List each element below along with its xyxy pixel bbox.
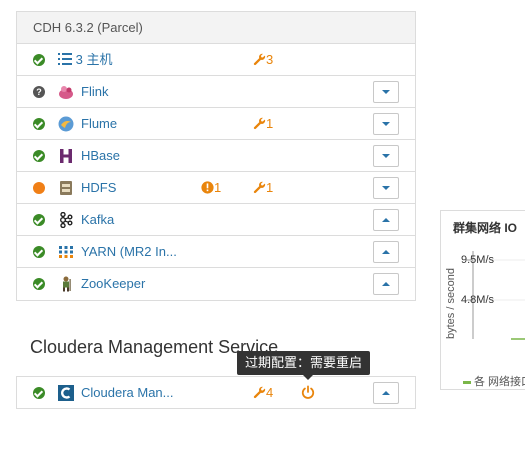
hosts-row: 3 主机 3 xyxy=(17,44,415,76)
caret-down-icon xyxy=(382,154,390,158)
service-row-flume: Flume 1 xyxy=(17,108,415,140)
actions-dropdown-button[interactable] xyxy=(373,81,399,103)
actions-dropdown-button[interactable] xyxy=(373,209,399,231)
wrench-icon xyxy=(253,181,266,194)
config-issues-badge[interactable]: 3 xyxy=(253,44,273,76)
hdfs-icon xyxy=(60,181,72,195)
service-link-kafka[interactable]: Kafka xyxy=(81,204,114,236)
cloudera-icon xyxy=(58,385,74,401)
caret-up-icon xyxy=(382,218,390,222)
status-good-icon xyxy=(33,387,45,399)
service-row-hdfs: HDFS 1 1 xyxy=(17,172,415,204)
service-link-hbase[interactable]: HBase xyxy=(81,140,120,172)
chart-legend: 各 网络接口 xyxy=(463,373,525,389)
zookeeper-icon xyxy=(63,276,71,292)
stale-config-tooltip: 过期配置：需要重启 xyxy=(237,351,371,380)
yarn-icon xyxy=(59,246,73,258)
service-link-hdfs[interactable]: HDFS xyxy=(81,172,116,204)
status-good-icon xyxy=(33,54,45,66)
caret-down-icon xyxy=(382,186,390,190)
wrench-icon xyxy=(253,386,266,399)
service-row-kafka: Kafka xyxy=(17,204,415,236)
chart-tick-label: 4.8M/s xyxy=(461,294,495,306)
caret-down-icon xyxy=(382,90,390,94)
service-row-flink: ? Flink xyxy=(17,76,415,108)
status-good-icon xyxy=(33,278,45,290)
service-link-cloudera-management[interactable]: Cloudera Man... xyxy=(81,377,174,409)
cms-panel: Cloudera Man... 4 xyxy=(16,376,416,409)
hbase-icon xyxy=(60,149,72,163)
actions-dropdown-button[interactable] xyxy=(373,177,399,199)
caret-up-icon xyxy=(382,391,390,395)
service-row-zookeeper: ZooKeeper xyxy=(17,268,415,300)
legend-swatch xyxy=(463,380,471,384)
kafka-icon xyxy=(60,212,73,228)
service-link-flink[interactable]: Flink xyxy=(81,76,108,108)
config-issues-badge[interactable]: 4 xyxy=(253,377,273,409)
actions-dropdown-button[interactable] xyxy=(373,113,399,135)
wrench-icon xyxy=(253,53,266,66)
wrench-icon xyxy=(253,117,266,130)
status-unknown-icon: ? xyxy=(33,86,45,98)
cluster-network-io-chart[interactable]: 群集网络 IO bytes / second 9.5M/s 4.8M/s 各 网… xyxy=(440,210,525,390)
service-link-yarn[interactable]: YARN (MR2 In... xyxy=(81,236,177,268)
service-row-yarn: YARN (MR2 In... xyxy=(17,236,415,268)
list-icon xyxy=(58,53,72,65)
status-good-icon xyxy=(33,150,45,162)
status-good-icon xyxy=(33,246,45,258)
hosts-label: 3 主机 xyxy=(75,52,113,67)
service-link-flume[interactable]: Flume xyxy=(81,108,117,140)
service-link-zookeeper[interactable]: ZooKeeper xyxy=(81,268,145,300)
restart-required-icon[interactable] xyxy=(301,385,315,399)
flume-icon xyxy=(58,116,74,132)
status-concerning-icon xyxy=(33,182,45,194)
config-issues-badge[interactable]: 1 xyxy=(253,172,273,204)
caret-down-icon xyxy=(382,122,390,126)
cluster-panel: CDH 6.3.2 (Parcel) 3 主机 3 ? Flink Flume xyxy=(16,11,416,301)
actions-dropdown-button[interactable] xyxy=(373,382,399,404)
actions-dropdown-button[interactable] xyxy=(373,273,399,295)
config-issues-badge[interactable]: 1 xyxy=(253,108,273,140)
service-row-hbase: HBase xyxy=(17,140,415,172)
actions-dropdown-button[interactable] xyxy=(373,145,399,167)
flink-icon xyxy=(59,86,73,99)
chart-tick-label: 9.5M/s xyxy=(461,254,495,266)
actions-dropdown-button[interactable] xyxy=(373,241,399,263)
exclamation-circle-icon xyxy=(201,181,214,194)
cluster-header[interactable]: CDH 6.3.2 (Parcel) xyxy=(17,12,415,44)
status-good-icon xyxy=(33,214,45,226)
caret-up-icon xyxy=(382,250,390,254)
status-good-icon xyxy=(33,118,45,130)
health-issues-badge[interactable]: 1 xyxy=(201,172,221,204)
hosts-link[interactable]: 3 主机 xyxy=(58,44,112,76)
caret-up-icon xyxy=(382,282,390,286)
